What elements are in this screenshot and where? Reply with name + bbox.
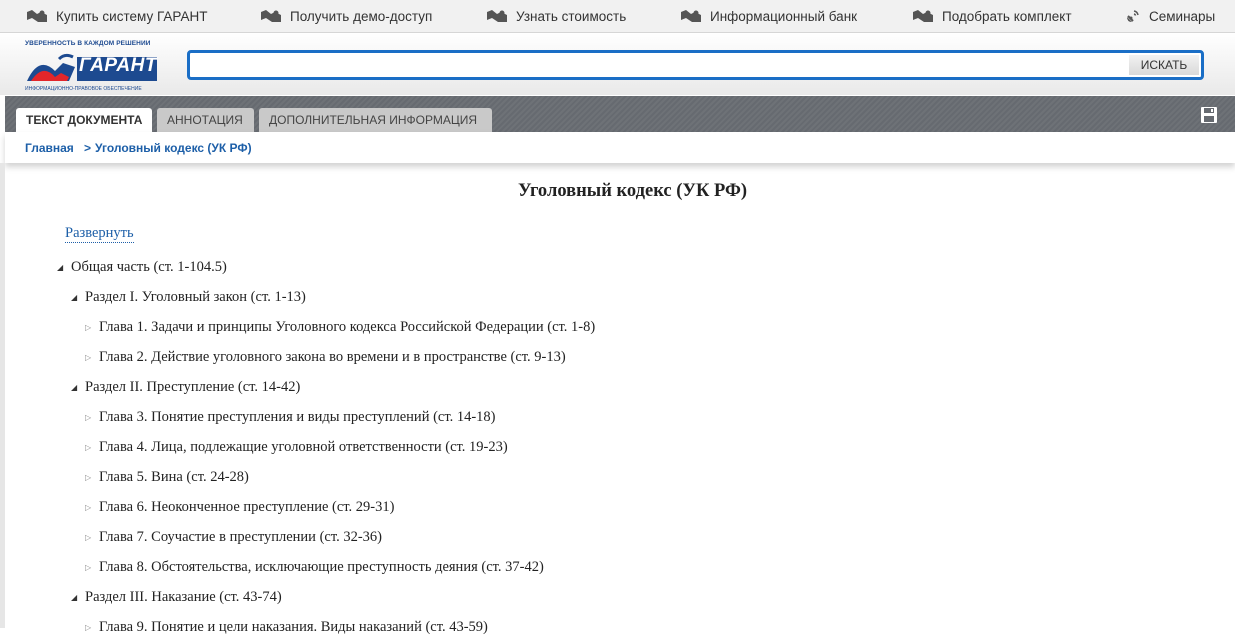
nav-seminars-label: Семинары	[1149, 8, 1216, 24]
hand-icon	[27, 10, 47, 22]
tree-item-label: Раздел II. Преступление (ст. 14-42)	[85, 378, 301, 395]
tree-item[interactable]: ▷ Глава 5. Вина (ст. 24-28)	[85, 467, 249, 487]
nav-price[interactable]: Узнать стоимость	[486, 0, 626, 32]
nav-demo-access-label: Получить демо-доступ	[290, 8, 433, 24]
nav-choose-kit[interactable]: Подобрать комплект	[912, 0, 1072, 32]
hand-icon	[681, 10, 701, 22]
tree-item[interactable]: ◢ Раздел II. Преступление (ст. 14-42)	[71, 377, 300, 397]
collapse-arrow-icon[interactable]: ◢	[71, 383, 85, 392]
search-button[interactable]: ИСКАТЬ	[1129, 55, 1199, 75]
tree-item[interactable]: ◢ Раздел I. Уголовный закон (ст. 1-13)	[71, 287, 306, 307]
tree-item[interactable]: ▷ Глава 2. Действие уголовного закона во…	[85, 347, 566, 367]
tree-item-label: Глава 4. Лица, подлежащие уголовной отве…	[99, 438, 508, 455]
save-icon[interactable]	[1201, 107, 1217, 123]
expand-arrow-icon[interactable]: ▷	[85, 473, 99, 482]
garant-logo[interactable]: УВЕРЕННОСТЬ В КАЖДОМ РЕШЕНИИ ГАРАНТ ИНФО…	[25, 40, 160, 92]
expand-all-link[interactable]: Развернуть	[65, 224, 134, 243]
nav-buy-system-label: Купить систему ГАРАНТ	[56, 8, 208, 24]
collapse-arrow-icon[interactable]: ◢	[57, 263, 71, 272]
nav-demo-access[interactable]: Получить демо-доступ	[260, 0, 432, 32]
breadcrumb-separator: >	[84, 141, 92, 155]
satellite-icon	[1127, 10, 1139, 22]
expand-arrow-icon[interactable]: ▷	[85, 563, 99, 572]
nav-seminars[interactable]: Семинары	[1125, 0, 1215, 32]
expand-arrow-icon[interactable]: ▷	[85, 353, 99, 362]
tree-item[interactable]: ▷ Глава 9. Понятие и цели наказания. Вид…	[85, 617, 488, 637]
tree-item-label: Глава 2. Действие уголовного закона во в…	[99, 348, 566, 365]
collapse-arrow-icon[interactable]: ◢	[71, 593, 85, 602]
expand-arrow-icon[interactable]: ▷	[85, 533, 99, 542]
tree-item-label: Раздел III. Наказание (ст. 43-74)	[85, 588, 282, 605]
tree-item-label: Глава 1. Задачи и принципы Уголовного ко…	[99, 318, 596, 335]
hand-icon	[261, 10, 281, 22]
breadcrumb-home[interactable]: Главная	[25, 141, 74, 155]
tree-item[interactable]: ▷ Глава 1. Задачи и принципы Уголовного …	[85, 317, 595, 337]
breadcrumb-current[interactable]: Уголовный кодекс (УК РФ)	[95, 141, 252, 155]
collapse-arrow-icon[interactable]: ◢	[71, 293, 85, 302]
tree-item-label: Глава 6. Неоконченное преступление (ст. …	[99, 498, 395, 515]
expand-arrow-icon[interactable]: ▷	[85, 503, 99, 512]
tab-annotation[interactable]: АННОТАЦИЯ	[157, 108, 254, 132]
nav-choose-kit-label: Подобрать комплект	[942, 8, 1072, 24]
nav-info-bank-label: Информационный банк	[710, 8, 858, 24]
hand-icon	[487, 10, 507, 22]
tree-item-label: Глава 9. Понятие и цели наказания. Виды …	[99, 618, 488, 635]
logo-name: ГАРАНТ	[79, 55, 157, 76]
tree-item-label: Раздел I. Уголовный закон (ст. 1-13)	[85, 288, 306, 305]
tree-item[interactable]: ▷ Глава 3. Понятие преступления и виды п…	[85, 407, 496, 427]
expand-arrow-icon[interactable]: ▷	[85, 623, 99, 632]
logo-tagline: УВЕРЕННОСТЬ В КАЖДОМ РЕШЕНИИ	[25, 40, 151, 47]
tree-item-label: Глава 8. Обстоятельства, исключающие пре…	[99, 558, 544, 575]
tree-item-label: Глава 3. Понятие преступления и виды пре…	[99, 408, 496, 425]
tree-item[interactable]: ▷ Глава 7. Соучастие в преступлении (ст.…	[85, 527, 382, 547]
breadcrumb: Главная > Уголовный кодекс (УК РФ)	[5, 132, 1235, 163]
nav-buy-system[interactable]: Купить систему ГАРАНТ	[26, 0, 207, 32]
tab-additional-info[interactable]: ДОПОЛНИТЕЛЬНАЯ ИНФОРМАЦИЯ	[259, 108, 492, 132]
tree-item[interactable]: ▷ Глава 8. Обстоятельства, исключающие п…	[85, 557, 544, 577]
tab-document-text[interactable]: ТЕКСТ ДОКУМЕНТА	[16, 108, 152, 132]
logo-subtitle: ИНФОРМАЦИОННО-ПРАВОВОЕ ОБЕСПЕЧЕНИЕ	[25, 86, 142, 92]
top-nav-bar: Купить систему ГАРАНТ Получить демо-дост…	[0, 0, 1235, 33]
search-input[interactable]	[194, 56, 1128, 76]
search-box: ИСКАТЬ	[187, 50, 1204, 80]
expand-arrow-icon[interactable]: ▷	[85, 323, 99, 332]
document-body: Уголовный кодекс (УК РФ) Развернуть ◢ Об…	[5, 163, 1235, 635]
expand-arrow-icon[interactable]: ▷	[85, 443, 99, 452]
document-title: Уголовный кодекс (УК РФ)	[517, 181, 748, 201]
hand-icon	[913, 10, 933, 22]
header: УВЕРЕННОСТЬ В КАЖДОМ РЕШЕНИИ ГАРАНТ ИНФО…	[0, 33, 1235, 95]
tree-item[interactable]: ▷ Глава 4. Лица, подлежащие уголовной от…	[85, 437, 508, 457]
nav-price-label: Узнать стоимость	[516, 8, 627, 24]
tree-item-label: Глава 7. Соучастие в преступлении (ст. 3…	[99, 528, 382, 545]
document-tabs: ТЕКСТ ДОКУМЕНТА АННОТАЦИЯ ДОПОЛНИТЕЛЬНАЯ…	[5, 96, 1235, 132]
tree-item-label: Глава 5. Вина (ст. 24-28)	[99, 468, 249, 485]
tree-item[interactable]: ◢ Раздел III. Наказание (ст. 43-74)	[71, 587, 282, 607]
nav-info-bank[interactable]: Информационный банк	[680, 0, 857, 32]
tree-item[interactable]: ▷ Глава 6. Неоконченное преступление (ст…	[85, 497, 394, 517]
tree-item[interactable]: ◢ Общая часть (ст. 1-104.5)	[57, 257, 227, 277]
expand-arrow-icon[interactable]: ▷	[85, 413, 99, 422]
tree-item-label: Общая часть (ст. 1-104.5)	[71, 258, 227, 275]
